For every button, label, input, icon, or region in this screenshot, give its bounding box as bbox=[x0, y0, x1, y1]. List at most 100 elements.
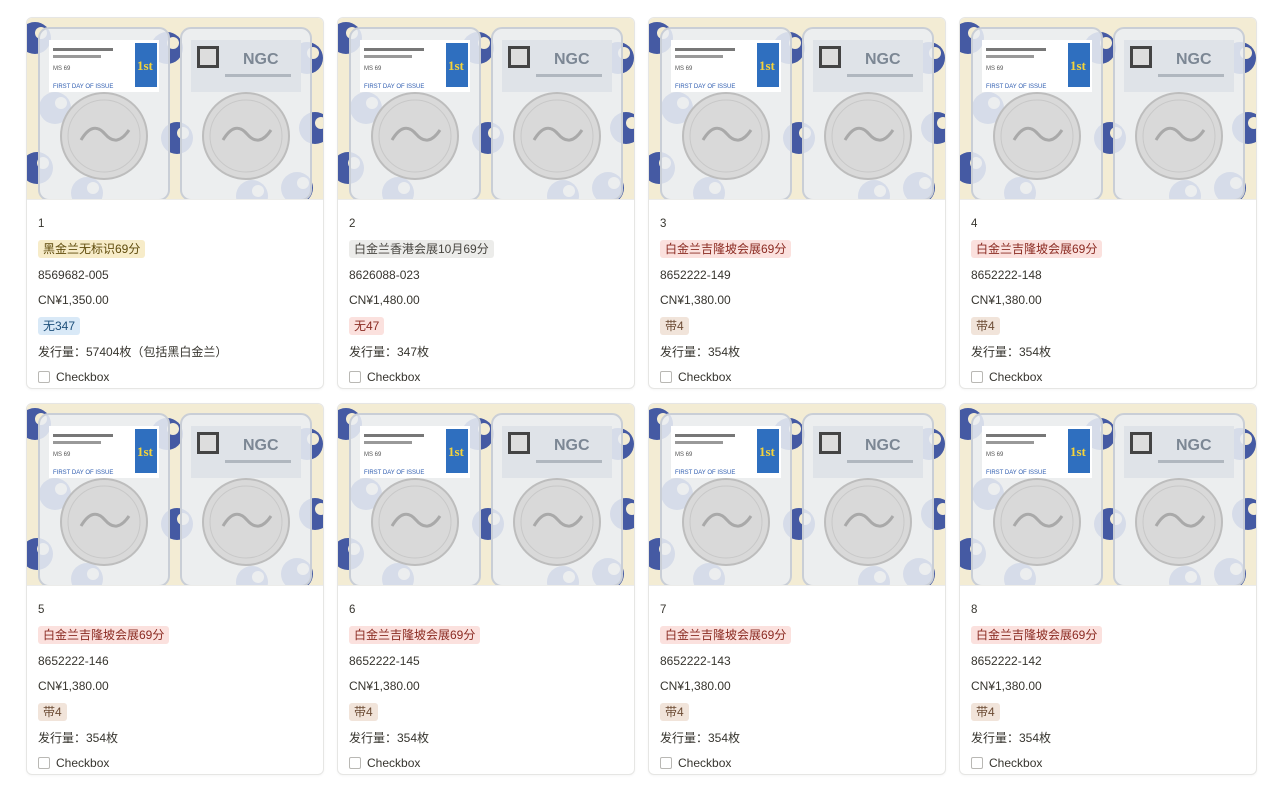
card-index: 8 bbox=[971, 603, 978, 616]
coin-photo[interactable]: 1st MS 69 FIRST DAY OF ISSUE NGC bbox=[27, 404, 323, 586]
card-checkbox[interactable]: Checkbox bbox=[971, 756, 1042, 770]
checkbox-label: Checkbox bbox=[678, 369, 732, 384]
label-badge: 无347 bbox=[38, 316, 81, 335]
variety-tag: 黑金兰无标识69分 bbox=[38, 240, 146, 259]
svg-text:NGC: NGC bbox=[243, 437, 279, 454]
variety-tag: 白金兰吉隆坡会展69分 bbox=[349, 626, 481, 645]
checkbox-box[interactable] bbox=[660, 756, 672, 769]
label-badge: 带4 bbox=[971, 316, 1000, 335]
svg-text:1st: 1st bbox=[448, 58, 465, 73]
coin-photo[interactable]: 1st MS 69 FIRST DAY OF ISSUE NGC bbox=[649, 404, 945, 586]
card-index: 1 bbox=[38, 217, 45, 230]
checkbox-label: Checkbox bbox=[56, 755, 110, 770]
svg-text:NGC: NGC bbox=[1176, 437, 1212, 454]
checkbox-box[interactable] bbox=[349, 756, 361, 769]
cert-number: 8652222-148 bbox=[971, 267, 1042, 282]
checkbox-label: Checkbox bbox=[989, 755, 1043, 770]
variety-tag: 白金兰吉隆坡会展69分 bbox=[971, 626, 1103, 645]
coin-card[interactable]: 1st MS 69 FIRST DAY OF ISSUE NGC 8 白金兰吉隆… bbox=[959, 403, 1257, 775]
coin-card[interactable]: 1st MS 69 FIRST DAY OF ISSUE NGC 2 白金兰香港… bbox=[337, 17, 635, 389]
checkbox-label: Checkbox bbox=[56, 369, 110, 384]
cert-number: 8569682-005 bbox=[38, 267, 109, 282]
checkbox-box[interactable] bbox=[660, 370, 672, 383]
card-index: 2 bbox=[349, 217, 356, 230]
mintage-text: 发行量：347枚 bbox=[349, 344, 430, 359]
svg-text:1st: 1st bbox=[1070, 444, 1087, 459]
card-index: 7 bbox=[660, 603, 667, 616]
cert-number: 8626088-023 bbox=[349, 267, 420, 282]
card-checkbox[interactable]: Checkbox bbox=[660, 370, 731, 384]
svg-text:MS 69: MS 69 bbox=[364, 452, 382, 458]
price: CN¥1,350.00 bbox=[38, 293, 109, 308]
svg-text:FIRST DAY OF ISSUE: FIRST DAY OF ISSUE bbox=[986, 470, 1046, 476]
label-badge: 带4 bbox=[971, 702, 1000, 721]
svg-text:NGC: NGC bbox=[243, 51, 279, 68]
coin-photo[interactable]: 1st MS 69 FIRST DAY OF ISSUE NGC bbox=[960, 18, 1256, 200]
svg-text:1st: 1st bbox=[1070, 58, 1087, 73]
cert-number: 8652222-145 bbox=[349, 653, 420, 668]
label-badge: 无47 bbox=[349, 316, 385, 335]
card-checkbox[interactable]: Checkbox bbox=[660, 756, 731, 770]
cert-number: 8652222-143 bbox=[660, 653, 731, 668]
coin-photo[interactable]: 1st MS 69 FIRST DAY OF ISSUE NGC bbox=[338, 404, 634, 586]
variety-tag: 白金兰吉隆坡会展69分 bbox=[660, 626, 792, 645]
svg-text:NGC: NGC bbox=[865, 51, 901, 68]
mintage-text: 发行量：354枚 bbox=[971, 344, 1052, 359]
svg-text:NGC: NGC bbox=[554, 51, 590, 68]
card-checkbox[interactable]: Checkbox bbox=[38, 370, 109, 384]
checkbox-label: Checkbox bbox=[367, 369, 421, 384]
mintage-text: 发行量：57404枚（包括黑白金兰） bbox=[38, 344, 228, 359]
price: CN¥1,380.00 bbox=[660, 293, 731, 308]
mintage-text: 发行量：354枚 bbox=[971, 730, 1052, 745]
checkbox-box[interactable] bbox=[971, 370, 983, 383]
coin-card[interactable]: 1st MS 69 FIRST DAY OF ISSUE NGC 4 白金兰吉隆… bbox=[959, 17, 1257, 389]
checkbox-box[interactable] bbox=[38, 370, 50, 383]
svg-text:NGC: NGC bbox=[554, 437, 590, 454]
card-index: 5 bbox=[38, 603, 45, 616]
coin-card[interactable]: 1st MS 69 FIRST DAY OF ISSUE NGC 1 黑金兰无标… bbox=[26, 17, 324, 389]
mintage-text: 发行量：354枚 bbox=[660, 730, 741, 745]
coin-card[interactable]: 1st MS 69 FIRST DAY OF ISSUE NGC 7 白金兰吉隆… bbox=[648, 403, 946, 775]
price: CN¥1,380.00 bbox=[660, 679, 731, 694]
coin-card[interactable]: 1st MS 69 FIRST DAY OF ISSUE NGC 3 白金兰吉隆… bbox=[648, 17, 946, 389]
checkbox-label: Checkbox bbox=[989, 369, 1043, 384]
svg-text:MS 69: MS 69 bbox=[986, 452, 1004, 458]
card-checkbox[interactable]: Checkbox bbox=[349, 756, 420, 770]
coin-card[interactable]: 1st MS 69 FIRST DAY OF ISSUE NGC 5 白金兰吉隆… bbox=[26, 403, 324, 775]
checkbox-box[interactable] bbox=[971, 756, 983, 769]
variety-tag: 白金兰吉隆坡会展69分 bbox=[660, 240, 792, 259]
svg-text:MS 69: MS 69 bbox=[675, 66, 693, 72]
coin-photo[interactable]: 1st MS 69 FIRST DAY OF ISSUE NGC bbox=[27, 18, 323, 200]
checkbox-box[interactable] bbox=[349, 370, 361, 383]
variety-tag: 白金兰香港会展10月69分 bbox=[349, 240, 494, 259]
card-index: 4 bbox=[971, 217, 978, 230]
label-badge: 带4 bbox=[660, 702, 689, 721]
cert-number: 8652222-146 bbox=[38, 653, 109, 668]
svg-text:1st: 1st bbox=[137, 58, 154, 73]
coin-card-grid: 1st MS 69 FIRST DAY OF ISSUE NGC 1 黑金兰无标… bbox=[26, 17, 1257, 775]
svg-text:MS 69: MS 69 bbox=[986, 66, 1004, 72]
coin-photo[interactable]: 1st MS 69 FIRST DAY OF ISSUE NGC bbox=[649, 18, 945, 200]
svg-text:FIRST DAY OF ISSUE: FIRST DAY OF ISSUE bbox=[986, 84, 1046, 90]
price: CN¥1,480.00 bbox=[349, 293, 420, 308]
svg-text:FIRST DAY OF ISSUE: FIRST DAY OF ISSUE bbox=[53, 470, 113, 476]
svg-text:FIRST DAY OF ISSUE: FIRST DAY OF ISSUE bbox=[675, 470, 735, 476]
coin-photo[interactable]: 1st MS 69 FIRST DAY OF ISSUE NGC bbox=[960, 404, 1256, 586]
svg-text:1st: 1st bbox=[137, 444, 154, 459]
coin-photo[interactable]: 1st MS 69 FIRST DAY OF ISSUE NGC bbox=[338, 18, 634, 200]
card-checkbox[interactable]: Checkbox bbox=[971, 370, 1042, 384]
variety-tag: 白金兰吉隆坡会展69分 bbox=[971, 240, 1103, 259]
svg-text:MS 69: MS 69 bbox=[53, 452, 71, 458]
coin-card[interactable]: 1st MS 69 FIRST DAY OF ISSUE NGC 6 白金兰吉隆… bbox=[337, 403, 635, 775]
svg-text:FIRST DAY OF ISSUE: FIRST DAY OF ISSUE bbox=[675, 84, 735, 90]
checkbox-box[interactable] bbox=[38, 756, 50, 769]
svg-text:1st: 1st bbox=[759, 444, 776, 459]
price: CN¥1,380.00 bbox=[349, 679, 420, 694]
price: CN¥1,380.00 bbox=[971, 293, 1042, 308]
svg-text:FIRST DAY OF ISSUE: FIRST DAY OF ISSUE bbox=[364, 84, 424, 90]
svg-text:MS 69: MS 69 bbox=[675, 452, 693, 458]
card-checkbox[interactable]: Checkbox bbox=[349, 370, 420, 384]
mintage-text: 发行量：354枚 bbox=[38, 730, 119, 745]
svg-text:1st: 1st bbox=[448, 444, 465, 459]
card-checkbox[interactable]: Checkbox bbox=[38, 756, 109, 770]
